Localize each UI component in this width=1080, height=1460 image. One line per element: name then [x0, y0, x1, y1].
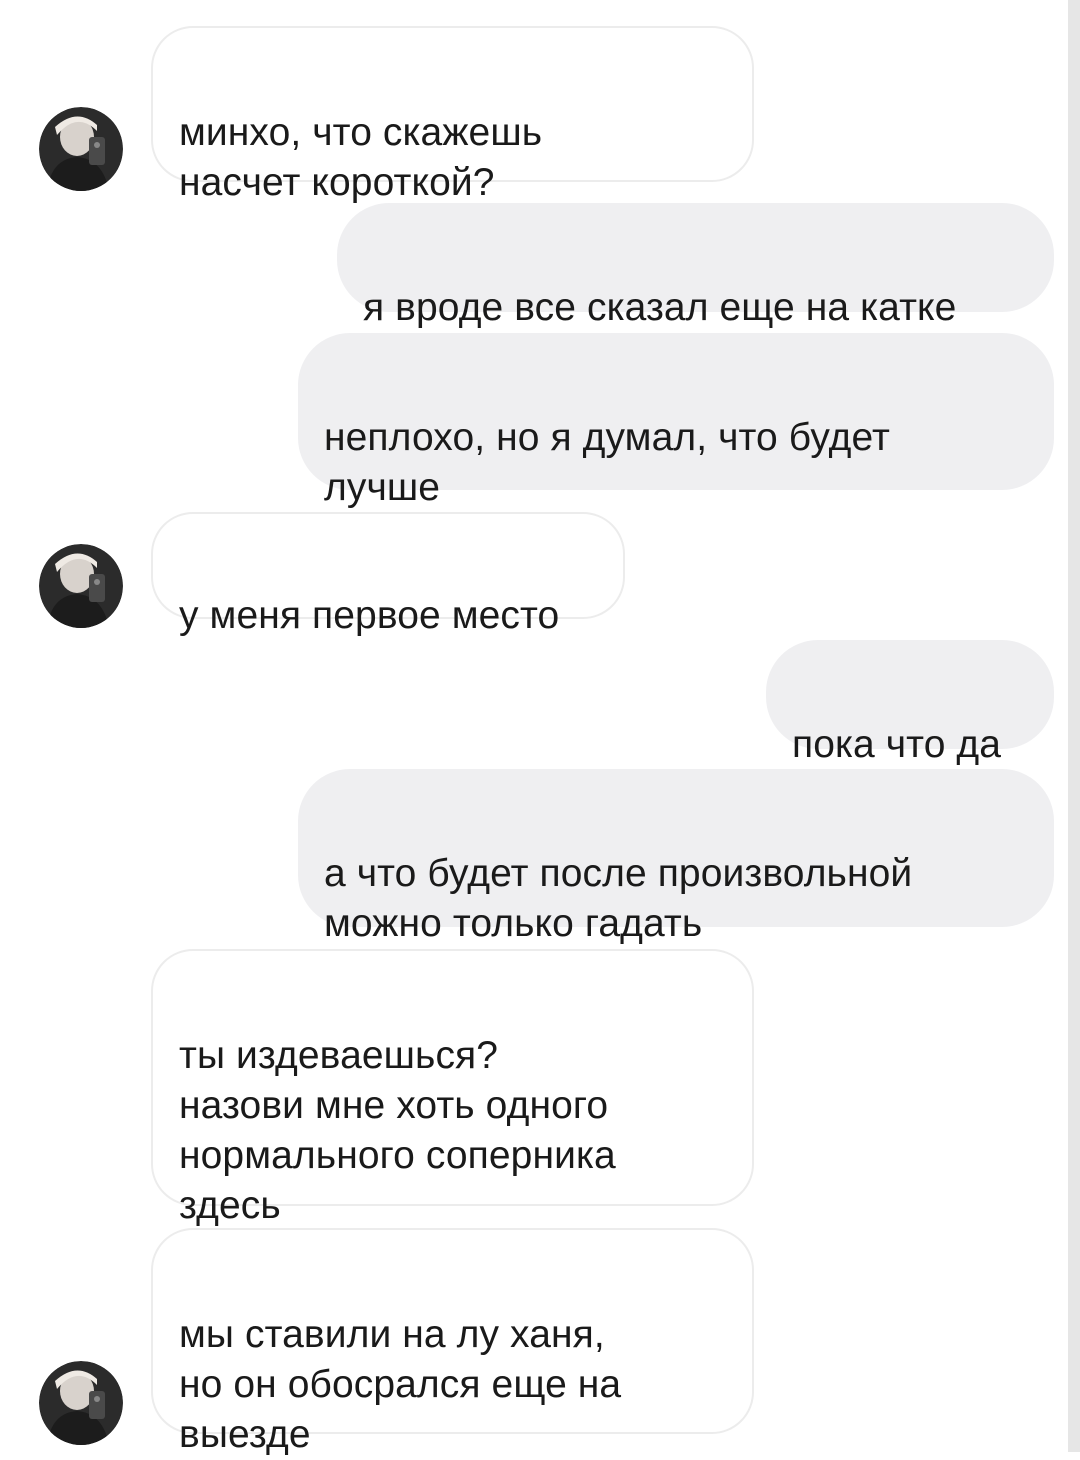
incoming-message-bubble[interactable]: ты издеваешься? назови мне хоть одного н… [151, 949, 754, 1227]
avatar-photo-icon [39, 544, 123, 628]
avatar-photo-icon [39, 107, 123, 191]
message-text: у меня первое место [179, 594, 560, 637]
scrollbar-track[interactable] [1068, 0, 1080, 1452]
message-text: минхо, что скажешь насчет короткой? [179, 111, 543, 204]
contact-avatar[interactable] [39, 544, 123, 628]
message-text: я вроде все сказал еще на катке [363, 286, 957, 329]
message-text: неплохо, но я думал, что будет лучше [324, 416, 890, 509]
incoming-message-bubble[interactable]: у меня первое место [151, 512, 625, 637]
avatar-photo-icon [39, 1361, 123, 1445]
chat-thread: минхо, что скажешь насчет короткой? я вр… [0, 0, 1068, 1456]
incoming-message-bubble[interactable]: минхо, что скажешь насчет короткой? [151, 26, 754, 204]
outgoing-message-bubble[interactable]: неплохо, но я думал, что будет лучше [298, 333, 1054, 509]
message-text: мы ставили на лу ханя, но он обосрался е… [179, 1313, 622, 1456]
message-text: ты издеваешься? назови мне хоть одного н… [179, 1034, 616, 1227]
outgoing-message-bubble[interactable]: я вроде все сказал еще на катке [337, 203, 1054, 329]
contact-avatar[interactable] [39, 1361, 123, 1445]
message-text: а что будет после произвольной можно тол… [324, 852, 913, 945]
incoming-message-bubble[interactable]: мы ставили на лу ханя, но он обосрался е… [151, 1228, 754, 1456]
contact-avatar[interactable] [39, 107, 123, 191]
outgoing-message-bubble[interactable]: пока что да [766, 640, 1054, 766]
message-text: пока что да [792, 723, 1002, 766]
outgoing-message-bubble[interactable]: а что будет после произвольной можно тол… [298, 769, 1054, 945]
